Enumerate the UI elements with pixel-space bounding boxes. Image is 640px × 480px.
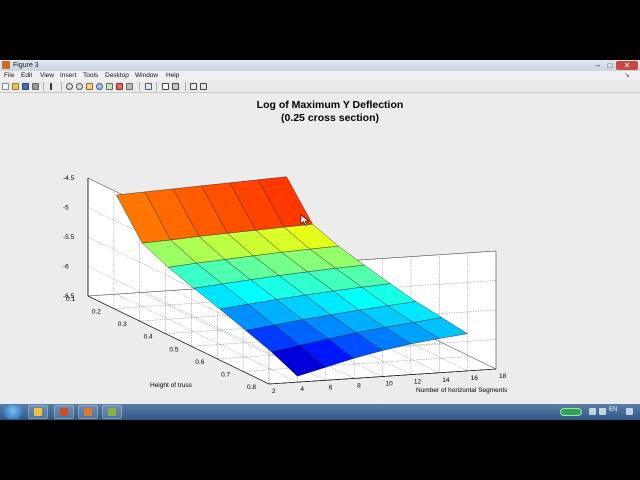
- x-tick-label: 14: [442, 377, 450, 384]
- taskbar-explorer[interactable]: [28, 405, 48, 419]
- x-tick-label: 6: [329, 384, 333, 391]
- x-tick-label: 2: [272, 388, 276, 395]
- x-tick-label: 18: [499, 373, 507, 380]
- z-tick-label: -5.5: [63, 234, 75, 241]
- folder-icon: [34, 408, 42, 416]
- y-tick-label: 0.2: [92, 309, 101, 316]
- x-tick-label: 12: [414, 379, 422, 386]
- network-icon[interactable]: [589, 408, 596, 415]
- y-tick-label: 0.8: [247, 384, 256, 391]
- show-desktop-icon[interactable]: [626, 408, 633, 415]
- x-tick-label: 8: [357, 382, 361, 389]
- z-tick-label: -5: [63, 205, 69, 212]
- windows-taskbar: EN: [0, 404, 640, 420]
- z-tick-label: -6: [63, 264, 69, 271]
- tray-status-icon[interactable]: [560, 408, 582, 416]
- app-icon: [108, 408, 116, 416]
- x-tick-label: 16: [471, 375, 479, 382]
- plot-subtitle: (0.25 cross section): [280, 112, 380, 124]
- plot-title: Log of Maximum Y Deflection: [256, 99, 404, 111]
- z-tick-label: -6.5: [63, 293, 75, 300]
- y-tick-label: 0.5: [169, 346, 178, 353]
- y-tick-label: 0.4: [144, 334, 153, 341]
- language-indicator[interactable]: EN: [609, 407, 617, 413]
- start-button[interactable]: [3, 405, 23, 419]
- powerpoint-icon: [60, 408, 68, 416]
- x-tick-label: 4: [300, 386, 304, 393]
- z-tick-label: -4.5: [63, 175, 75, 182]
- y-tick-label: 0.3: [118, 321, 127, 328]
- y-tick-label: 0.6: [195, 359, 204, 366]
- taskbar-matlab[interactable]: [78, 405, 98, 419]
- y-axis-label: Height of truss: [150, 382, 193, 389]
- taskbar-powerpoint[interactable]: [54, 405, 74, 419]
- volume-icon[interactable]: [599, 408, 606, 415]
- screen: Figure 3 – □ ✕ File Edit View Insert Too…: [0, 60, 640, 420]
- y-tick-label: 0.7: [221, 371, 230, 378]
- matlab-icon: [84, 408, 92, 416]
- x-tick-label: 10: [386, 381, 394, 388]
- taskbar-app[interactable]: [102, 405, 122, 419]
- x-axis-label: Number of horizontal Segments: [416, 387, 508, 394]
